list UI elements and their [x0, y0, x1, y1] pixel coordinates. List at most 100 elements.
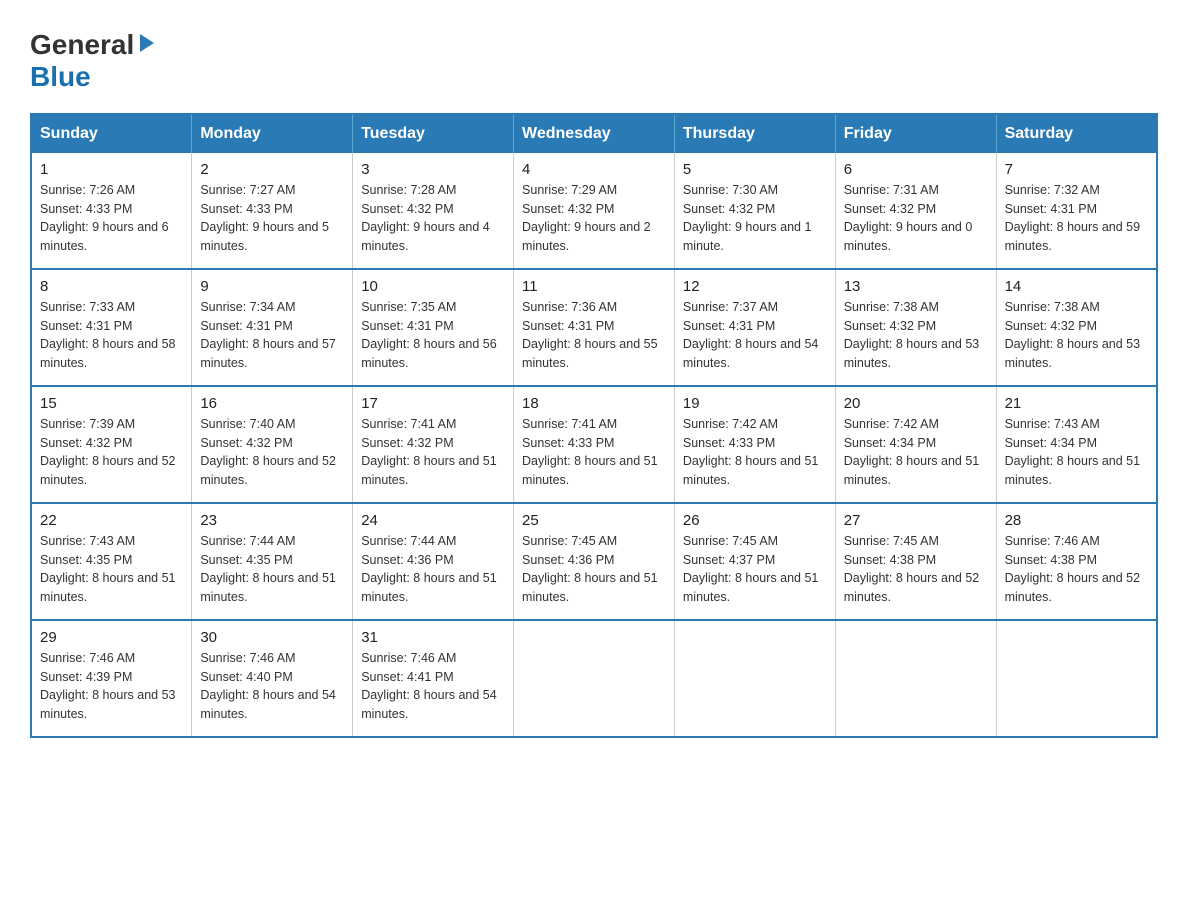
calendar-day-cell: 1 Sunrise: 7:26 AMSunset: 4:33 PMDaylight… — [31, 153, 192, 269]
day-info: Sunrise: 7:46 AMSunset: 4:40 PMDaylight:… — [200, 649, 344, 724]
calendar-day-cell: 26Sunrise: 7:45 AMSunset: 4:37 PMDayligh… — [674, 503, 835, 620]
calendar-day-cell: 11 Sunrise: 7:36 AMSunset: 4:31 PMDayligh… — [514, 269, 675, 386]
logo-blue: Blue — [30, 61, 91, 93]
page-header: General Blue — [30, 30, 1158, 93]
day-info: Sunrise: 7:32 AMSunset: 4:31 PMDaylight:… — [1005, 181, 1148, 256]
calendar-weekday-saturday: Saturday — [996, 114, 1157, 153]
calendar-day-cell — [835, 620, 996, 737]
calendar-day-cell: 2Sunrise: 7:27 AMSunset: 4:33 PMDaylight… — [192, 153, 353, 269]
day-number: 14 — [1005, 278, 1148, 295]
day-number: 28 — [1005, 512, 1148, 529]
day-number: 18 — [522, 395, 666, 412]
calendar-day-cell — [514, 620, 675, 737]
calendar-day-cell: 5 Sunrise: 7:30 AMSunset: 4:32 PMDaylight… — [674, 153, 835, 269]
day-number: 1 — [40, 161, 183, 178]
calendar-day-cell: 12 Sunrise: 7:37 AMSunset: 4:31 PMDayligh… — [674, 269, 835, 386]
calendar-day-cell: 29 Sunrise: 7:46 AMSunset: 4:39 PMDayligh… — [31, 620, 192, 737]
day-number: 5 — [683, 161, 827, 178]
day-info: Sunrise: 7:34 AMSunset: 4:31 PMDaylight:… — [200, 298, 344, 373]
calendar-day-cell: 28 Sunrise: 7:46 AMSunset: 4:38 PMDayligh… — [996, 503, 1157, 620]
logo-general: General — [30, 30, 134, 61]
calendar-week-row: 8Sunrise: 7:33 AMSunset: 4:31 PMDaylight… — [31, 269, 1157, 386]
calendar-day-cell: 3 Sunrise: 7:28 AMSunset: 4:32 PMDaylight… — [353, 153, 514, 269]
day-info: Sunrise: 7:41 AMSunset: 4:33 PMDaylight:… — [522, 415, 666, 490]
logo: General Blue — [30, 30, 158, 93]
calendar-header-row: SundayMondayTuesdayWednesdayThursdayFrid… — [31, 114, 1157, 153]
day-number: 3 — [361, 161, 505, 178]
day-info: Sunrise: 7:30 AMSunset: 4:32 PMDaylight:… — [683, 181, 827, 256]
day-info: Sunrise: 7:38 AMSunset: 4:32 PMDaylight:… — [1005, 298, 1148, 373]
calendar-day-cell: 13 Sunrise: 7:38 AMSunset: 4:32 PMDayligh… — [835, 269, 996, 386]
day-info: Sunrise: 7:37 AMSunset: 4:31 PMDaylight:… — [683, 298, 827, 373]
day-number: 20 — [844, 395, 988, 412]
day-info: Sunrise: 7:39 AMSunset: 4:32 PMDaylight:… — [40, 415, 183, 490]
calendar-week-row: 1 Sunrise: 7:26 AMSunset: 4:33 PMDaylight… — [31, 153, 1157, 269]
calendar-weekday-monday: Monday — [192, 114, 353, 153]
day-number: 9 — [200, 278, 344, 295]
calendar-day-cell: 30 Sunrise: 7:46 AMSunset: 4:40 PMDayligh… — [192, 620, 353, 737]
calendar-day-cell: 17 Sunrise: 7:41 AMSunset: 4:32 PMDayligh… — [353, 386, 514, 503]
calendar-day-cell: 19Sunrise: 7:42 AMSunset: 4:33 PMDayligh… — [674, 386, 835, 503]
day-info: Sunrise: 7:43 AMSunset: 4:35 PMDaylight:… — [40, 532, 183, 607]
day-info: Sunrise: 7:36 AMSunset: 4:31 PMDaylight:… — [522, 298, 666, 373]
day-number: 26 — [683, 512, 827, 529]
day-number: 29 — [40, 629, 183, 646]
day-info: Sunrise: 7:41 AMSunset: 4:32 PMDaylight:… — [361, 415, 505, 490]
day-number: 16 — [200, 395, 344, 412]
day-info: Sunrise: 7:45 AMSunset: 4:38 PMDaylight:… — [844, 532, 988, 607]
day-info: Sunrise: 7:44 AMSunset: 4:36 PMDaylight:… — [361, 532, 505, 607]
calendar-day-cell: 16 Sunrise: 7:40 AMSunset: 4:32 PMDayligh… — [192, 386, 353, 503]
day-number: 21 — [1005, 395, 1148, 412]
day-info: Sunrise: 7:46 AMSunset: 4:38 PMDaylight:… — [1005, 532, 1148, 607]
day-info: Sunrise: 7:45 AMSunset: 4:36 PMDaylight:… — [522, 532, 666, 607]
calendar-week-row: 22Sunrise: 7:43 AMSunset: 4:35 PMDayligh… — [31, 503, 1157, 620]
calendar-day-cell: 27 Sunrise: 7:45 AMSunset: 4:38 PMDayligh… — [835, 503, 996, 620]
logo-triangle-icon — [136, 32, 158, 54]
calendar-day-cell: 22Sunrise: 7:43 AMSunset: 4:35 PMDayligh… — [31, 503, 192, 620]
day-info: Sunrise: 7:46 AMSunset: 4:41 PMDaylight:… — [361, 649, 505, 724]
day-number: 23 — [200, 512, 344, 529]
calendar-day-cell: 18 Sunrise: 7:41 AMSunset: 4:33 PMDayligh… — [514, 386, 675, 503]
calendar-weekday-thursday: Thursday — [674, 114, 835, 153]
day-info: Sunrise: 7:27 AMSunset: 4:33 PMDaylight:… — [200, 181, 344, 256]
calendar-day-cell: 7 Sunrise: 7:32 AMSunset: 4:31 PMDaylight… — [996, 153, 1157, 269]
calendar-day-cell: 8Sunrise: 7:33 AMSunset: 4:31 PMDaylight… — [31, 269, 192, 386]
day-number: 27 — [844, 512, 988, 529]
day-number: 24 — [361, 512, 505, 529]
day-info: Sunrise: 7:42 AMSunset: 4:34 PMDaylight:… — [844, 415, 988, 490]
calendar-day-cell: 4 Sunrise: 7:29 AMSunset: 4:32 PMDaylight… — [514, 153, 675, 269]
day-info: Sunrise: 7:29 AMSunset: 4:32 PMDaylight:… — [522, 181, 666, 256]
day-info: Sunrise: 7:43 AMSunset: 4:34 PMDaylight:… — [1005, 415, 1148, 490]
day-number: 30 — [200, 629, 344, 646]
calendar-day-cell — [996, 620, 1157, 737]
calendar-day-cell: 10Sunrise: 7:35 AMSunset: 4:31 PMDayligh… — [353, 269, 514, 386]
day-number: 15 — [40, 395, 183, 412]
day-info: Sunrise: 7:44 AMSunset: 4:35 PMDaylight:… — [200, 532, 344, 607]
day-number: 4 — [522, 161, 666, 178]
calendar-day-cell: 21 Sunrise: 7:43 AMSunset: 4:34 PMDayligh… — [996, 386, 1157, 503]
day-number: 7 — [1005, 161, 1148, 178]
day-info: Sunrise: 7:40 AMSunset: 4:32 PMDaylight:… — [200, 415, 344, 490]
day-info: Sunrise: 7:33 AMSunset: 4:31 PMDaylight:… — [40, 298, 183, 373]
calendar-weekday-friday: Friday — [835, 114, 996, 153]
calendar-day-cell: 20 Sunrise: 7:42 AMSunset: 4:34 PMDayligh… — [835, 386, 996, 503]
day-info: Sunrise: 7:38 AMSunset: 4:32 PMDaylight:… — [844, 298, 988, 373]
day-number: 19 — [683, 395, 827, 412]
calendar-day-cell: 9 Sunrise: 7:34 AMSunset: 4:31 PMDaylight… — [192, 269, 353, 386]
calendar-week-row: 29 Sunrise: 7:46 AMSunset: 4:39 PMDayligh… — [31, 620, 1157, 737]
calendar-day-cell: 24 Sunrise: 7:44 AMSunset: 4:36 PMDayligh… — [353, 503, 514, 620]
calendar-day-cell: 25Sunrise: 7:45 AMSunset: 4:36 PMDayligh… — [514, 503, 675, 620]
calendar-day-cell: 23 Sunrise: 7:44 AMSunset: 4:35 PMDayligh… — [192, 503, 353, 620]
calendar-table: SundayMondayTuesdayWednesdayThursdayFrid… — [30, 113, 1158, 738]
calendar-day-cell: 31Sunrise: 7:46 AMSunset: 4:41 PMDayligh… — [353, 620, 514, 737]
calendar-weekday-wednesday: Wednesday — [514, 114, 675, 153]
calendar-weekday-sunday: Sunday — [31, 114, 192, 153]
day-number: 13 — [844, 278, 988, 295]
day-number: 17 — [361, 395, 505, 412]
day-number: 11 — [522, 278, 666, 295]
day-number: 6 — [844, 161, 988, 178]
day-info: Sunrise: 7:28 AMSunset: 4:32 PMDaylight:… — [361, 181, 505, 256]
day-info: Sunrise: 7:46 AMSunset: 4:39 PMDaylight:… — [40, 649, 183, 724]
day-number: 12 — [683, 278, 827, 295]
day-info: Sunrise: 7:26 AMSunset: 4:33 PMDaylight:… — [40, 181, 183, 256]
